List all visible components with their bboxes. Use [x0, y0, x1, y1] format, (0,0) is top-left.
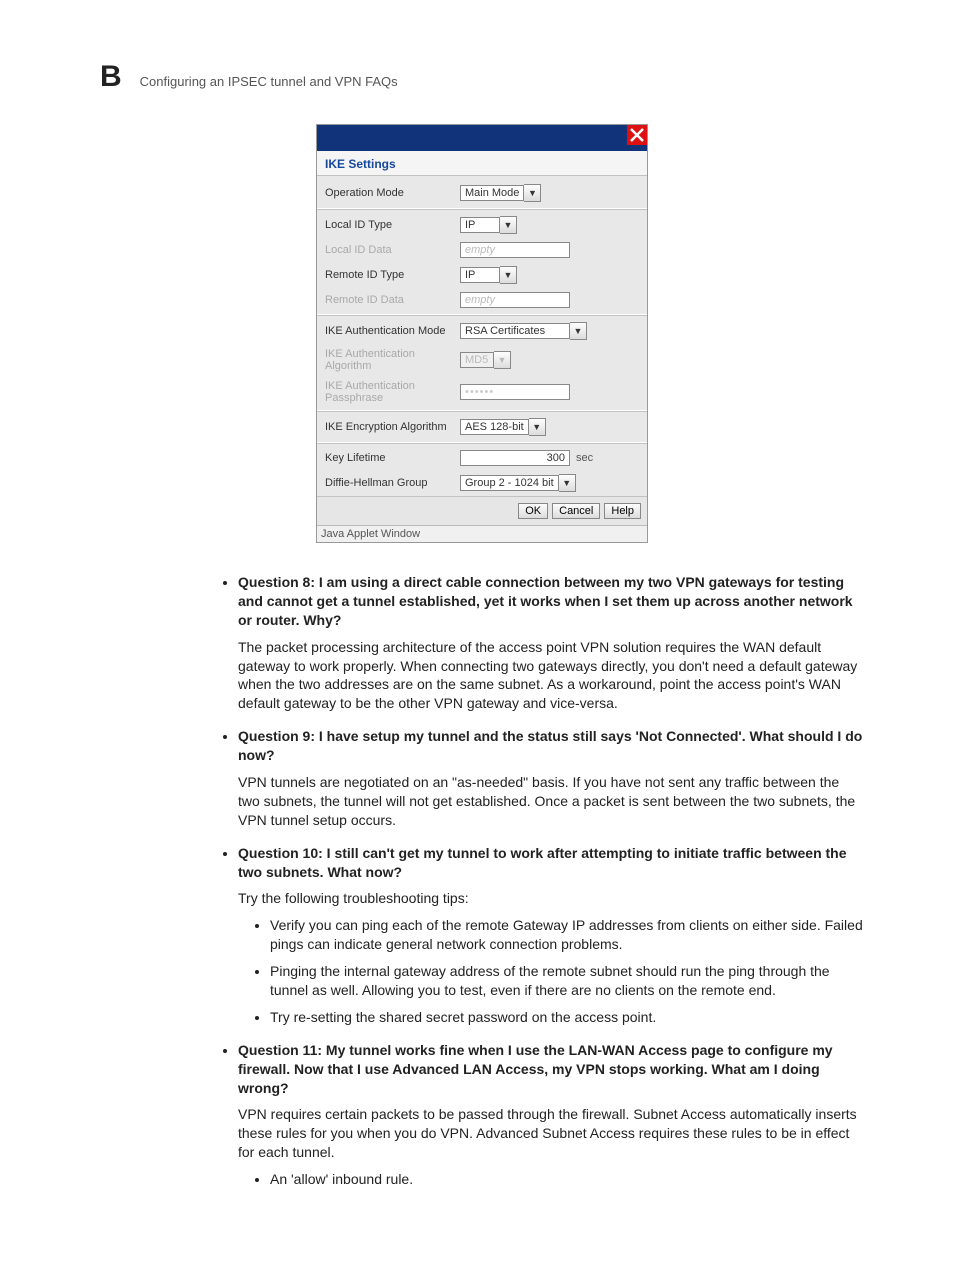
faq-q8: Question 8: I am using a direct cable co… — [238, 573, 864, 630]
applet-window-label: Java Applet Window — [317, 525, 647, 542]
chevron-down-icon: ▼ — [494, 351, 511, 369]
faq-item-11: Question 11: My tunnel works fine when I… — [238, 1041, 864, 1189]
operation-mode-select[interactable]: Main Mode ▼ — [460, 184, 541, 202]
ok-button[interactable]: OK — [518, 503, 548, 519]
ike-auth-algo-value: MD5 — [460, 352, 494, 368]
ike-auth-algo-label: IKE Authentication Algorithm — [325, 348, 460, 372]
faq-a10: Try the following troubleshooting tips: — [238, 889, 864, 908]
faq-q10: Question 10: I still can't get my tunnel… — [238, 844, 864, 882]
dialog-heading: IKE Settings — [317, 151, 647, 176]
ike-auth-pass-label: IKE Authentication Passphrase — [325, 380, 460, 404]
faq-q10-tip1: Verify you can ping each of the remote G… — [270, 916, 864, 954]
chevron-down-icon: ▼ — [559, 474, 576, 492]
operation-mode-label: Operation Mode — [325, 187, 460, 199]
faq-q11: Question 11: My tunnel works fine when I… — [238, 1041, 864, 1098]
dh-group-value: Group 2 - 1024 bit — [460, 475, 559, 491]
chevron-down-icon: ▼ — [529, 418, 546, 436]
ike-auth-mode-select[interactable]: RSA Certificates ▼ — [460, 322, 587, 340]
ike-enc-algo-value: AES 128-bit — [460, 419, 529, 435]
faq-q10-tip3: Try re-setting the shared secret passwor… — [270, 1008, 864, 1027]
remote-id-data-input[interactable]: empty — [460, 292, 570, 308]
local-id-data-input[interactable]: empty — [460, 242, 570, 258]
faq-item-9: Question 9: I have setup my tunnel and t… — [238, 727, 864, 829]
remote-id-type-value: IP — [460, 267, 500, 283]
cancel-button[interactable]: Cancel — [552, 503, 600, 519]
section-prefix: B — [100, 60, 122, 94]
close-icon[interactable] — [627, 125, 647, 145]
section-title: Configuring an IPSEC tunnel and VPN FAQs — [140, 74, 398, 89]
remote-id-type-select[interactable]: IP ▼ — [460, 266, 517, 284]
faq-item-8: Question 8: I am using a direct cable co… — [238, 573, 864, 713]
key-lifetime-label: Key Lifetime — [325, 452, 460, 464]
ike-auth-mode-label: IKE Authentication Mode — [325, 325, 460, 337]
chevron-down-icon: ▼ — [524, 184, 541, 202]
page-header: B Configuring an IPSEC tunnel and VPN FA… — [100, 60, 864, 94]
faq-q9: Question 9: I have setup my tunnel and t… — [238, 727, 864, 765]
dh-group-select[interactable]: Group 2 - 1024 bit ▼ — [460, 474, 576, 492]
remote-id-data-label: Remote ID Data — [325, 294, 460, 306]
local-id-type-value: IP — [460, 217, 500, 233]
dh-group-label: Diffie-Hellman Group — [325, 477, 460, 489]
ike-enc-algo-label: IKE Encryption Algorithm — [325, 421, 460, 433]
faq-item-10: Question 10: I still can't get my tunnel… — [238, 844, 864, 1027]
chevron-down-icon: ▼ — [500, 266, 517, 284]
chevron-down-icon: ▼ — [500, 216, 517, 234]
ike-auth-algo-select: MD5 ▼ — [460, 351, 511, 369]
local-id-data-label: Local ID Data — [325, 244, 460, 256]
faq-a9: VPN tunnels are negotiated on an "as-nee… — [238, 773, 864, 830]
dialog-titlebar — [317, 125, 647, 151]
key-lifetime-unit: sec — [576, 452, 593, 464]
operation-mode-value: Main Mode — [460, 185, 524, 201]
ike-auth-mode-value: RSA Certificates — [460, 323, 570, 339]
faq-a8: The packet processing architecture of th… — [238, 638, 864, 714]
help-button[interactable]: Help — [604, 503, 641, 519]
local-id-type-select[interactable]: IP ▼ — [460, 216, 517, 234]
local-id-type-label: Local ID Type — [325, 219, 460, 231]
faq-q10-tip2: Pinging the internal gateway address of … — [270, 962, 864, 1000]
ike-auth-pass-input: •••••• — [460, 384, 570, 400]
faq-body: Question 8: I am using a direct cable co… — [220, 573, 864, 1189]
ike-settings-dialog: IKE Settings Operation Mode Main Mode ▼ … — [316, 124, 648, 543]
faq-q11-tip1: An 'allow' inbound rule. — [270, 1170, 864, 1189]
chevron-down-icon: ▼ — [570, 322, 587, 340]
remote-id-type-label: Remote ID Type — [325, 269, 460, 281]
faq-a11: VPN requires certain packets to be passe… — [238, 1105, 864, 1162]
ike-enc-algo-select[interactable]: AES 128-bit ▼ — [460, 418, 546, 436]
key-lifetime-input[interactable]: 300 — [460, 450, 570, 466]
